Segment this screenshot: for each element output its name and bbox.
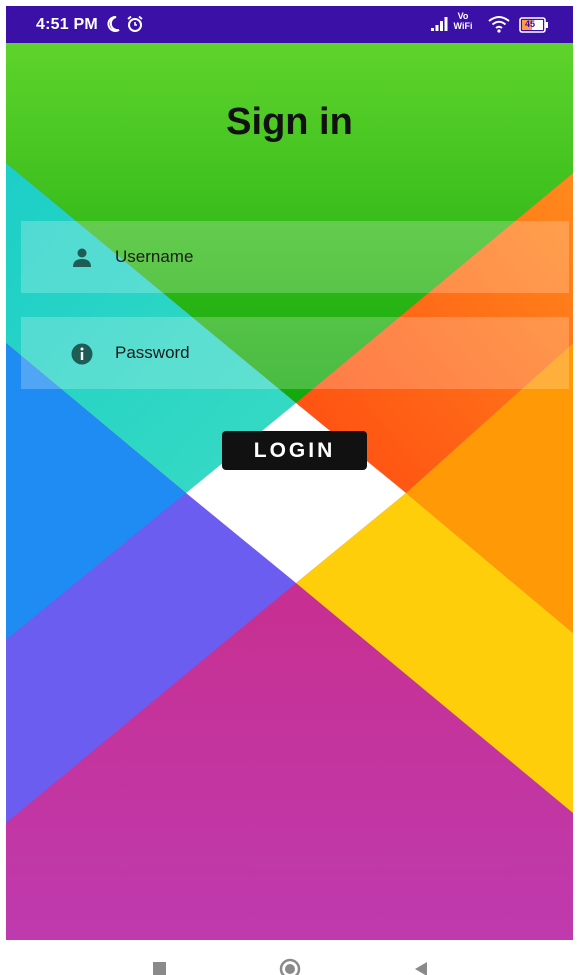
password-field[interactable]: Password bbox=[21, 317, 569, 389]
recents-icon[interactable] bbox=[153, 962, 167, 975]
status-bar: 4:51 PM Vo WiFi 45 bbox=[6, 6, 573, 43]
geometric-background bbox=[6, 43, 573, 940]
navigation-bar bbox=[0, 940, 577, 975]
login-button[interactable]: LOGIN bbox=[222, 431, 367, 470]
username-field[interactable]: Username bbox=[21, 221, 569, 293]
username-placeholder: Username bbox=[115, 247, 194, 266]
person-icon bbox=[71, 247, 93, 269]
wifi-icon bbox=[487, 15, 511, 38]
battery-level: 45 bbox=[524, 19, 535, 29]
home-icon[interactable] bbox=[279, 958, 301, 975]
password-placeholder: Password bbox=[115, 343, 190, 362]
status-time: 4:51 PM bbox=[36, 16, 98, 33]
alarm-icon bbox=[126, 15, 144, 38]
signal-icon bbox=[430, 16, 450, 37]
phone-screen: 4:51 PM Vo WiFi 45 Sign in Username Pass… bbox=[0, 0, 577, 975]
page-title: Sign in bbox=[226, 101, 353, 143]
vowifi-label: Vo WiFi bbox=[453, 11, 473, 31]
moon-icon bbox=[105, 15, 121, 38]
info-icon bbox=[71, 343, 93, 365]
back-icon[interactable] bbox=[413, 961, 429, 975]
login-screen: Sign in Username Password LOGIN bbox=[6, 43, 573, 940]
